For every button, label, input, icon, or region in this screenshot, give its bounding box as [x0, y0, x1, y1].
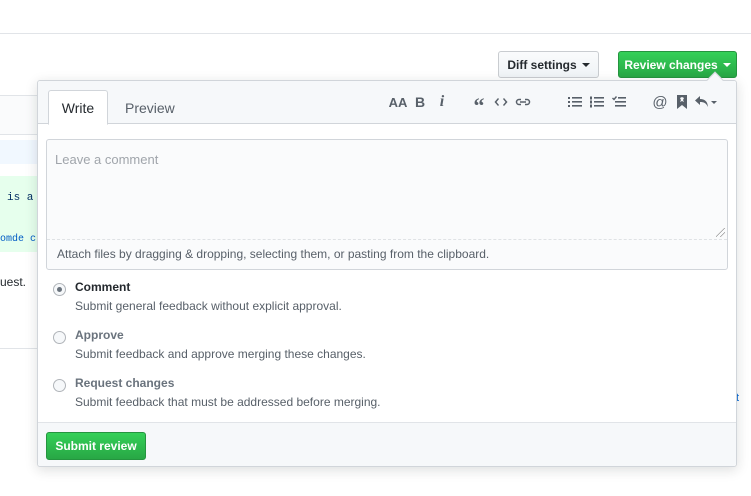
ordered-list-icon[interactable] — [586, 91, 608, 113]
option-description: Submit feedback and approve merging thes… — [75, 347, 366, 361]
tab-preview[interactable]: Preview — [113, 90, 187, 125]
review-changes-button[interactable]: Review changes — [618, 51, 737, 78]
diff-settings-label: Diff settings — [507, 57, 577, 72]
option-description: Submit feedback that must be addressed b… — [75, 395, 381, 409]
option-label: Request changes — [75, 376, 175, 390]
popover-footer: Submit review — [38, 422, 736, 466]
chevron-down-icon — [722, 63, 731, 67]
markdown-toolbar-list-group — [564, 91, 630, 113]
page-divider — [0, 33, 751, 34]
comment-radio[interactable] — [53, 283, 66, 296]
diff-file-header — [0, 95, 40, 135]
mention-icon[interactable]: @ — [649, 91, 671, 113]
option-label: Comment — [75, 280, 131, 294]
option-description: Submit general feedback without explicit… — [75, 299, 342, 313]
comment-tabnav: Write Preview AA B i “ @ — [38, 81, 736, 125]
review-changes-label: Review changes — [624, 57, 718, 72]
comment-box: Attach files by dragging & dropping, sel… — [46, 139, 728, 270]
approve-radio[interactable] — [53, 331, 66, 344]
text-size-icon[interactable]: AA — [387, 91, 409, 113]
attach-files-hint[interactable]: Attach files by dragging & dropping, sel… — [57, 247, 489, 261]
link-icon[interactable] — [512, 91, 534, 113]
tab-write[interactable]: Write — [48, 90, 108, 125]
diff-hunk-row — [0, 140, 40, 164]
quote-icon[interactable]: “ — [468, 91, 490, 118]
description-text: uest. — [0, 275, 27, 289]
diff-settings-button[interactable]: Diff settings — [498, 51, 599, 78]
unordered-list-icon[interactable] — [564, 91, 586, 113]
review-changes-popover: Write Preview AA B i “ @ Leave a comment… — [37, 71, 737, 467]
diff-code-line: omde c — [0, 234, 37, 245]
pull-request-files-page: is a omde c uest. t Diff settings Review… — [0, 0, 751, 496]
bold-icon[interactable]: B — [409, 91, 431, 113]
markdown-toolbar-extra-group: @ — [649, 91, 719, 113]
submit-review-button[interactable]: Submit review — [46, 432, 146, 460]
page-divider — [0, 348, 40, 349]
comment-textarea[interactable] — [47, 140, 727, 240]
chevron-down-icon — [581, 63, 590, 67]
diff-code-line: is a — [7, 192, 34, 204]
request-changes-radio[interactable] — [53, 379, 66, 392]
code-icon[interactable] — [490, 91, 512, 113]
option-label: Approve — [75, 328, 124, 342]
resize-handle[interactable] — [716, 228, 725, 237]
bookmark-icon[interactable] — [671, 91, 693, 113]
markdown-toolbar-text-group: AA B i — [387, 91, 453, 113]
italic-icon[interactable]: i — [431, 91, 453, 113]
markdown-toolbar-insert-group: “ — [468, 91, 534, 118]
reply-icon[interactable] — [693, 91, 719, 113]
task-list-icon[interactable] — [608, 91, 630, 113]
